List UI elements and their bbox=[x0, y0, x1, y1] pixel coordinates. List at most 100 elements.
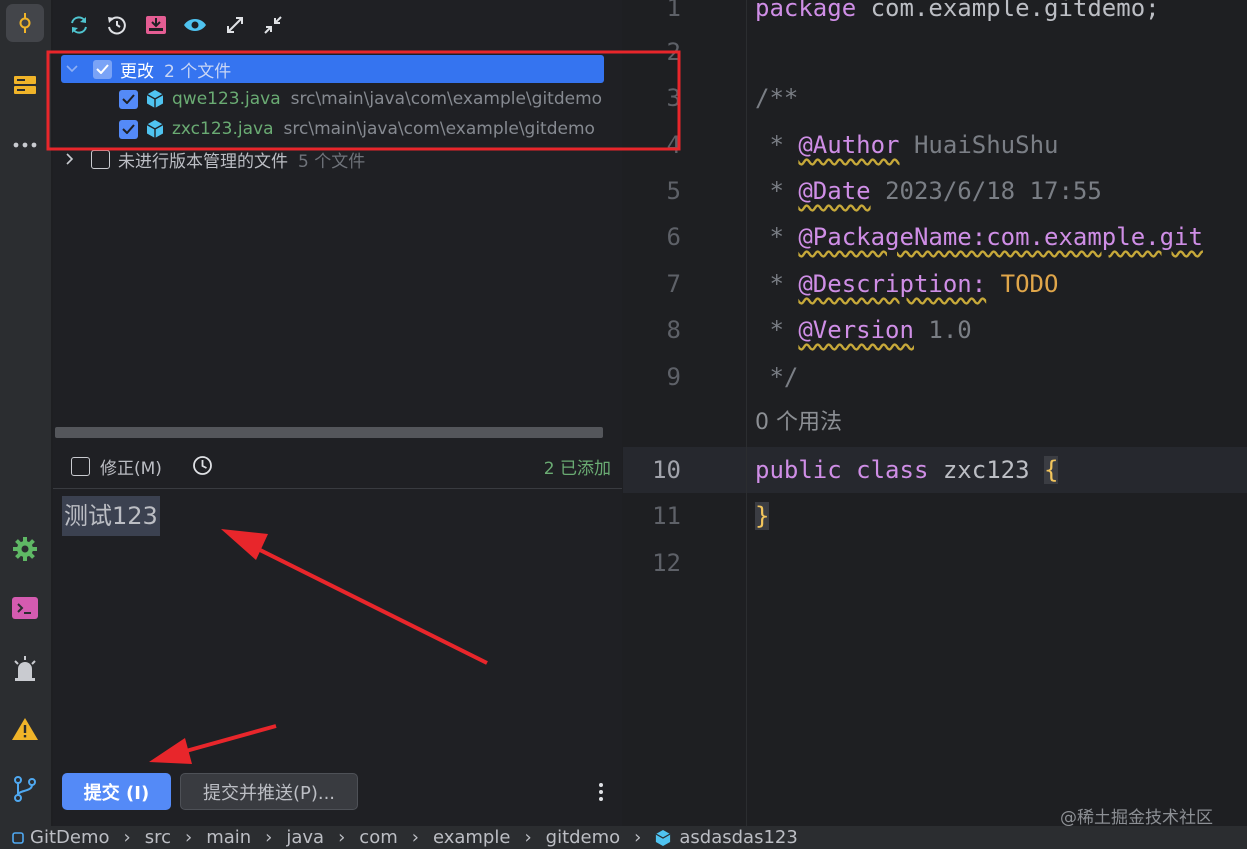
history-icon[interactable] bbox=[192, 455, 213, 476]
line-number: 4 bbox=[666, 131, 681, 159]
breadcrumb-item[interactable]: src bbox=[145, 827, 171, 848]
breadcrumb-item[interactable]: GitDemo bbox=[30, 827, 110, 848]
chevron-right-icon[interactable] bbox=[63, 153, 77, 165]
commit-toolbar bbox=[53, 0, 622, 50]
chevron-right-icon: › bbox=[524, 827, 532, 848]
chevron-right-icon: › bbox=[265, 827, 273, 848]
breadcrumb-item[interactable]: java bbox=[286, 827, 324, 848]
unversioned-checkbox[interactable] bbox=[91, 149, 110, 169]
file-name: qwe123.java bbox=[172, 89, 281, 109]
changes-group-row[interactable]: 更改 2 个文件 bbox=[61, 55, 604, 83]
refresh-icon bbox=[71, 16, 87, 34]
services-tool-button[interactable] bbox=[6, 530, 44, 568]
gutter-separator bbox=[746, 0, 747, 826]
code-editor[interactable]: 1 2 3 4 5 6 7 8 9 10 11 12 package com.e… bbox=[623, 0, 1247, 826]
more-tools-button[interactable] bbox=[6, 126, 44, 164]
breadcrumb-item[interactable]: asdasdas123 bbox=[679, 827, 797, 848]
line-number: 6 bbox=[666, 223, 681, 251]
file-path: src\main\java\com\example\gitdemo bbox=[290, 89, 603, 109]
line-number: 2 bbox=[666, 38, 681, 66]
unversioned-label: 未进行版本管理的文件 bbox=[118, 151, 288, 172]
alarm-icon bbox=[14, 656, 36, 681]
collapse-all-button[interactable] bbox=[260, 12, 286, 38]
chevron-right-icon: › bbox=[411, 827, 419, 848]
file-row-zxc123[interactable]: zxc123.java src\main\java\com\example\gi… bbox=[119, 115, 622, 143]
breadcrumb-item[interactable]: com bbox=[359, 827, 397, 848]
code-line-11: } bbox=[755, 502, 770, 530]
commit-panel: 更改 2 个文件 qwe123.java src\main\java\com\e… bbox=[53, 0, 622, 826]
terminal-tool-button[interactable] bbox=[6, 589, 44, 627]
changes-group-label: 更改 bbox=[120, 61, 154, 82]
git-tool-button[interactable] bbox=[6, 770, 44, 808]
usages-inlay-hint[interactable]: 0 个用法 bbox=[755, 400, 842, 446]
chevron-right-icon: › bbox=[184, 827, 193, 848]
commit-icon bbox=[19, 13, 31, 33]
database-icon bbox=[14, 76, 36, 94]
chevron-down-icon[interactable] bbox=[65, 65, 79, 73]
line-number-current: 10 bbox=[652, 456, 681, 484]
line-number: 5 bbox=[666, 177, 681, 205]
code-line-4: * @Author HuaiShuShu bbox=[769, 131, 1059, 159]
commit-button[interactable]: 提交 (I) bbox=[62, 773, 171, 810]
commit-message-text[interactable]: 测试123 bbox=[62, 496, 160, 536]
code-line-9: */ bbox=[769, 363, 799, 391]
file-checkbox[interactable] bbox=[119, 89, 138, 109]
warning-icon bbox=[12, 718, 38, 740]
unversioned-files-row[interactable]: 未进行版本管理的文件 5 个文件 bbox=[63, 145, 603, 173]
project-icon bbox=[12, 831, 24, 844]
expand-all-button[interactable] bbox=[222, 12, 248, 38]
chevron-right-icon: › bbox=[634, 827, 642, 848]
line-number: 1 bbox=[666, 0, 681, 22]
shelve-icon bbox=[146, 16, 166, 34]
commit-tool-button[interactable] bbox=[6, 4, 44, 42]
more-options-button[interactable] bbox=[598, 782, 608, 802]
unversioned-count: 5 个文件 bbox=[298, 151, 366, 172]
breadcrumb-item[interactable]: main bbox=[206, 827, 251, 848]
terminal-icon bbox=[12, 597, 38, 619]
amend-label[interactable]: 修正(M) bbox=[100, 454, 162, 479]
watermark: @稀土掘金技术社区 bbox=[1060, 808, 1213, 828]
navigation-breadcrumb: GitDemo › src › main › java › com › example › … bbox=[0, 826, 1247, 849]
line-number: 12 bbox=[652, 549, 681, 577]
line-number: 11 bbox=[652, 502, 681, 530]
line-number: 9 bbox=[666, 363, 681, 391]
changes-group-checkbox[interactable] bbox=[93, 59, 112, 79]
gear-icon bbox=[13, 537, 37, 561]
code-line-1: package com.example.gitdemo; bbox=[755, 0, 1160, 22]
code-line-7: * @Description: TODO bbox=[769, 270, 1059, 298]
branch-icon bbox=[14, 776, 36, 802]
more-horizontal-icon bbox=[13, 142, 37, 148]
shelve-button[interactable] bbox=[143, 12, 169, 38]
horizontal-scrollbar[interactable] bbox=[55, 427, 603, 438]
line-number: 8 bbox=[666, 316, 681, 344]
more-vertical-icon bbox=[599, 783, 603, 801]
rollback-icon bbox=[108, 16, 126, 35]
java-class-icon bbox=[146, 120, 164, 138]
show-diff-button[interactable] bbox=[182, 12, 208, 38]
structure-tool-button[interactable] bbox=[6, 66, 44, 104]
breadcrumb-item[interactable]: example bbox=[433, 827, 510, 848]
commit-message-area[interactable]: 测试123 bbox=[53, 490, 622, 760]
problems-tool-button[interactable] bbox=[6, 710, 44, 748]
collapse-all-icon bbox=[264, 16, 282, 34]
file-row-qwe123[interactable]: qwe123.java src\main\java\com\example\gi… bbox=[119, 85, 622, 113]
amend-checkbox[interactable] bbox=[71, 457, 90, 476]
code-line-3: /** bbox=[755, 84, 799, 112]
file-name: zxc123.java bbox=[172, 119, 274, 139]
commit-and-push-button[interactable]: 提交并推送(P)... bbox=[180, 773, 358, 810]
chevron-right-icon: › bbox=[338, 827, 346, 848]
java-class-icon bbox=[146, 90, 164, 108]
code-line-5: * @Date 2023/6/18 17:55 bbox=[769, 177, 1102, 205]
java-class-icon bbox=[655, 829, 671, 846]
code-line-10: public class zxc123 { bbox=[755, 456, 1059, 484]
eye-icon bbox=[184, 19, 206, 31]
rollback-button[interactable] bbox=[104, 12, 130, 38]
refresh-button[interactable] bbox=[66, 12, 92, 38]
line-number: 7 bbox=[666, 270, 681, 298]
line-number: 3 bbox=[666, 84, 681, 112]
breadcrumb-item[interactable]: gitdemo bbox=[546, 827, 621, 848]
commit-options-bar: 修正(M) 2 已添加 bbox=[53, 443, 622, 489]
notifications-tool-button[interactable] bbox=[6, 650, 44, 688]
file-checkbox[interactable] bbox=[119, 119, 138, 139]
code-line-8: * @Version 1.0 bbox=[769, 316, 972, 344]
